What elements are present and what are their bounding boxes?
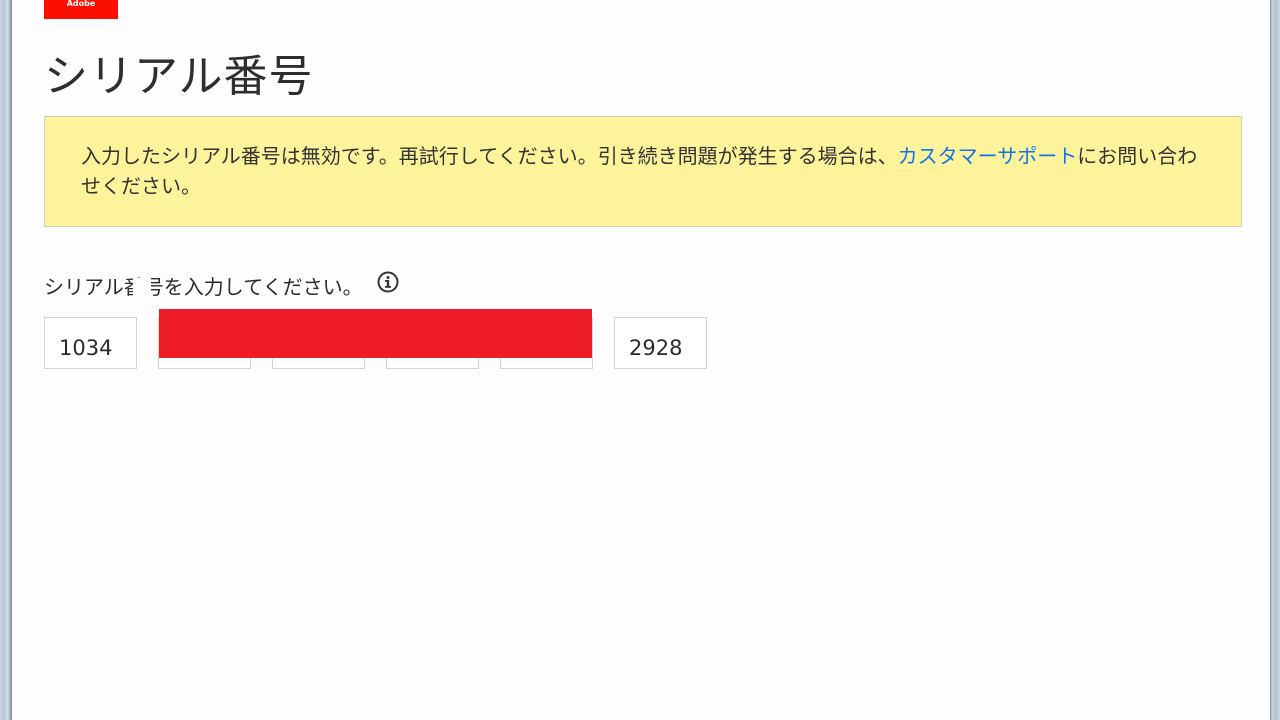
alert-message-start: 入力したシリアル番号は無効です。再試行してください。引き続き問題が発生する場合は… (81, 144, 898, 168)
adobe-logo-text: Adobe (66, 0, 96, 8)
info-icon[interactable] (377, 271, 399, 293)
serial-label-text: シリアル番号を入力してください。 (44, 275, 363, 299)
serial-field-label: シリアル番号を入力してください。 (44, 271, 399, 300)
label-redaction-gap (133, 278, 151, 306)
redaction-block (159, 309, 592, 358)
adobe-logo: Adobe (44, 0, 118, 19)
customer-support-link[interactable]: カスタマーサポート (898, 144, 1078, 168)
serial-field-6[interactable] (614, 317, 707, 369)
window-frame-left (0, 0, 12, 720)
serial-field-1[interactable] (44, 317, 137, 369)
serial-number-dialog: Adobe シリアル番号 入力したシリアル番号は無効です。再試行してください。引… (0, 0, 1280, 720)
page-title: シリアル番号 (44, 51, 314, 102)
error-alert: 入力したシリアル番号は無効です。再試行してください。引き続き問題が発生する場合は… (44, 116, 1242, 227)
window-frame-right (1270, 0, 1280, 720)
